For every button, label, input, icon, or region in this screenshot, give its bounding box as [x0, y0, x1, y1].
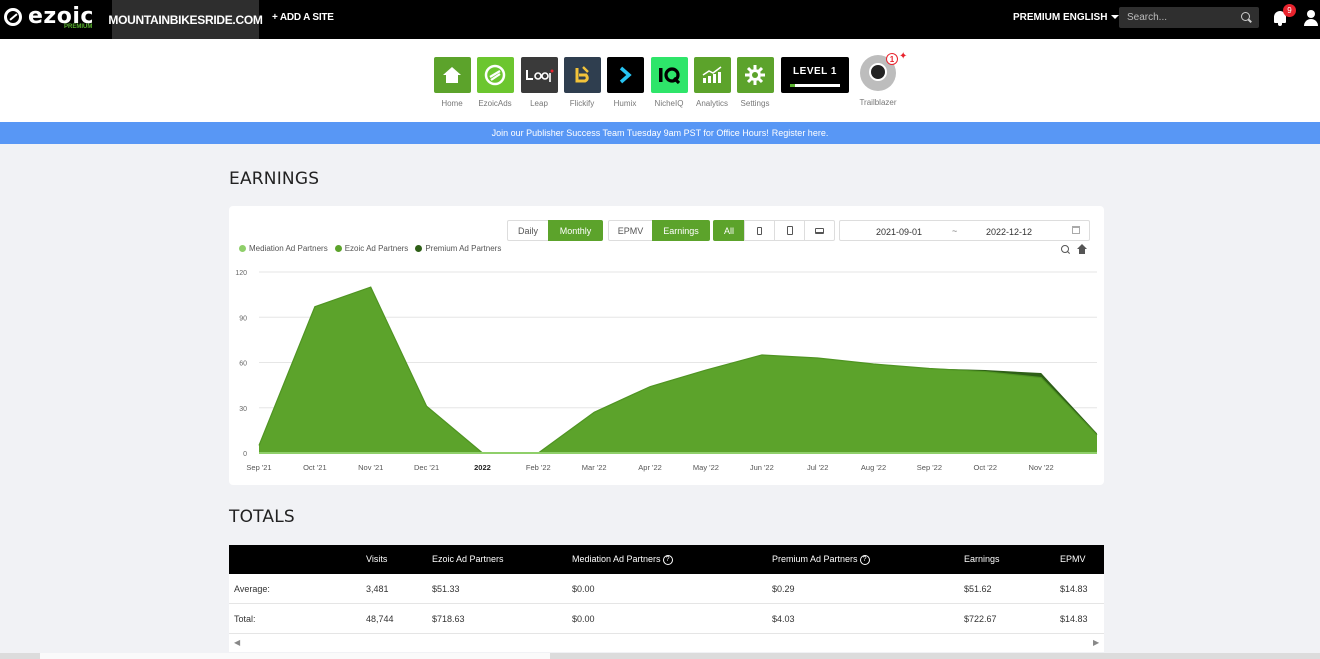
x-tick-label: Jun '22 — [750, 463, 774, 472]
scroll-right-icon[interactable]: ▶ — [1093, 638, 1099, 647]
logo-premium-label: PREMIUM — [64, 24, 93, 30]
gear-icon — [736, 57, 774, 93]
cell-visits: 3,481 — [366, 584, 389, 594]
cell-earnings: $722.67 — [964, 614, 997, 624]
app-label: Settings — [740, 99, 770, 108]
x-tick-label: Jul '22 — [807, 463, 828, 472]
page-horizontal-scrollbar[interactable] — [0, 653, 1320, 659]
cell-premium: $4.03 — [772, 614, 795, 624]
x-tick-label: Oct '21 — [303, 463, 327, 472]
table-row: Total: 48,744 $718.63 $0.00 $4.03 $722.6… — [229, 604, 1104, 634]
sparkle-icon: ✦ — [899, 51, 908, 62]
table-horizontal-scroll[interactable]: ◀ ▶ — [229, 638, 1104, 650]
col-ezoic-ad-partners: Ezoic Ad Partners — [432, 554, 504, 564]
table-header: Visits Ezoic Ad Partners Mediation Ad Pa… — [229, 545, 1104, 574]
level-badge[interactable]: LEVEL 1 — [781, 57, 849, 93]
x-tick-label: Nov '22 — [1029, 463, 1054, 472]
y-tick-label: 30 — [239, 406, 247, 413]
x-tick-label: 2022 — [474, 463, 491, 472]
cell-premium: $0.29 — [772, 584, 795, 594]
top-bar: ezoic PREMIUM MOUNTAINBIKESRIDE.COM + AD… — [0, 0, 1320, 39]
app-humix[interactable]: Humix — [606, 57, 644, 108]
col-label: Premium Ad Partners — [772, 554, 858, 564]
analytics-icon — [693, 57, 731, 93]
x-tick-label: Feb '22 — [526, 463, 551, 472]
totals-table: Visits Ezoic Ad Partners Mediation Ad Pa… — [229, 545, 1104, 652]
add-site-link[interactable]: + ADD A SITE — [272, 12, 334, 23]
y-tick-label: 120 — [235, 270, 247, 277]
x-tick-label: Dec '21 — [414, 463, 439, 472]
col-label: Mediation Ad Partners — [572, 554, 661, 564]
help-icon[interactable]: ? — [662, 554, 673, 565]
col-epmv: EPMV — [1060, 554, 1086, 564]
cell-ezoic: $718.63 — [432, 614, 465, 624]
col-premium-ad-partners: Premium Ad Partners? — [772, 554, 870, 565]
app-trailblazer[interactable]: 1 ✦ Trailblazer — [856, 51, 907, 107]
x-tick-label: Nov '21 — [358, 463, 383, 472]
x-tick-label: May '22 — [693, 463, 719, 472]
col-mediation-ad-partners: Mediation Ad Partners? — [572, 554, 673, 565]
help-icon[interactable]: ? — [859, 554, 870, 565]
trailblazer-badge: 1 — [886, 53, 898, 65]
row-label: Total: — [234, 614, 256, 624]
premium-link[interactable]: PREMIUM — [1013, 12, 1060, 23]
register-link[interactable]: Register here. — [772, 128, 829, 138]
nicheiq-icon — [650, 57, 688, 93]
totals-title: TOTALS — [229, 507, 295, 527]
search-input[interactable] — [1119, 7, 1259, 28]
ezoic-logo[interactable]: ezoic PREMIUM — [4, 4, 104, 33]
app-ezoicads[interactable]: EzoicAds — [476, 57, 514, 108]
cell-epmv: $14.83 — [1060, 614, 1088, 624]
x-tick-label: Sep '22 — [917, 463, 942, 472]
language-label: ENGLISH — [1063, 12, 1108, 23]
cell-mediation: $0.00 — [572, 614, 595, 624]
announcement-banner: Join our Publisher Success Team Tuesday … — [0, 122, 1320, 144]
x-tick-label: Sep '21 — [246, 463, 271, 472]
astronaut-icon — [869, 63, 887, 81]
scrollbar-thumb[interactable] — [40, 653, 550, 659]
x-tick-label: Oct '22 — [974, 463, 998, 472]
earnings-title: EARNINGS — [229, 169, 320, 189]
y-tick-label: 90 — [239, 315, 247, 322]
home-icon — [433, 57, 471, 93]
notification-badge: 9 — [1283, 4, 1296, 17]
app-label: Trailblazer — [859, 98, 897, 107]
y-tick-label: 60 — [239, 361, 247, 368]
x-tick-label: Apr '22 — [638, 463, 662, 472]
search-icon[interactable] — [1241, 12, 1250, 21]
x-tick-label: Aug '22 — [861, 463, 886, 472]
cell-ezoic: $51.33 — [432, 584, 460, 594]
earnings-chart-card: Daily Monthly EPMV Earnings All 2021-09-… — [229, 206, 1104, 485]
ezoic-logo-icon — [4, 8, 22, 26]
trailblazer-avatar: 1 ✦ — [860, 51, 907, 91]
cell-epmv: $14.83 — [1060, 584, 1088, 594]
cell-earnings: $51.62 — [964, 584, 992, 594]
cell-mediation: $0.00 — [572, 584, 595, 594]
cell-visits: 48,744 — [366, 614, 394, 624]
level-label: LEVEL 1 — [793, 66, 837, 77]
col-earnings: Earnings — [964, 554, 1000, 564]
flickify-icon — [563, 57, 601, 93]
ezoicads-icon — [476, 57, 514, 93]
y-tick-label: 0 — [243, 451, 247, 458]
row-label: Average: — [234, 584, 270, 594]
site-selector[interactable]: MOUNTAINBIKESRIDE.COM — [108, 0, 263, 39]
level-progress-bar — [790, 84, 840, 87]
language-selector[interactable]: ENGLISH — [1063, 12, 1120, 23]
col-visits: Visits — [366, 554, 388, 564]
user-icon[interactable] — [1304, 10, 1318, 26]
x-tick-label: Mar '22 — [582, 463, 607, 472]
level-progress-fill — [790, 84, 795, 87]
earnings-area-chart: 0 30 60 90 120 Sep '21 Oct '21 Nov '21 Dec '21 20… — [235, 270, 1098, 472]
scroll-left-icon[interactable]: ◀ — [234, 638, 240, 647]
leap-icon — [520, 57, 558, 93]
banner-text: Join our Publisher Success Team Tuesday … — [491, 128, 769, 138]
table-row: Average: 3,481 $51.33 $0.00 $0.29 $51.62… — [229, 574, 1104, 604]
app-settings[interactable]: Settings — [736, 57, 774, 108]
humix-icon — [606, 57, 644, 93]
